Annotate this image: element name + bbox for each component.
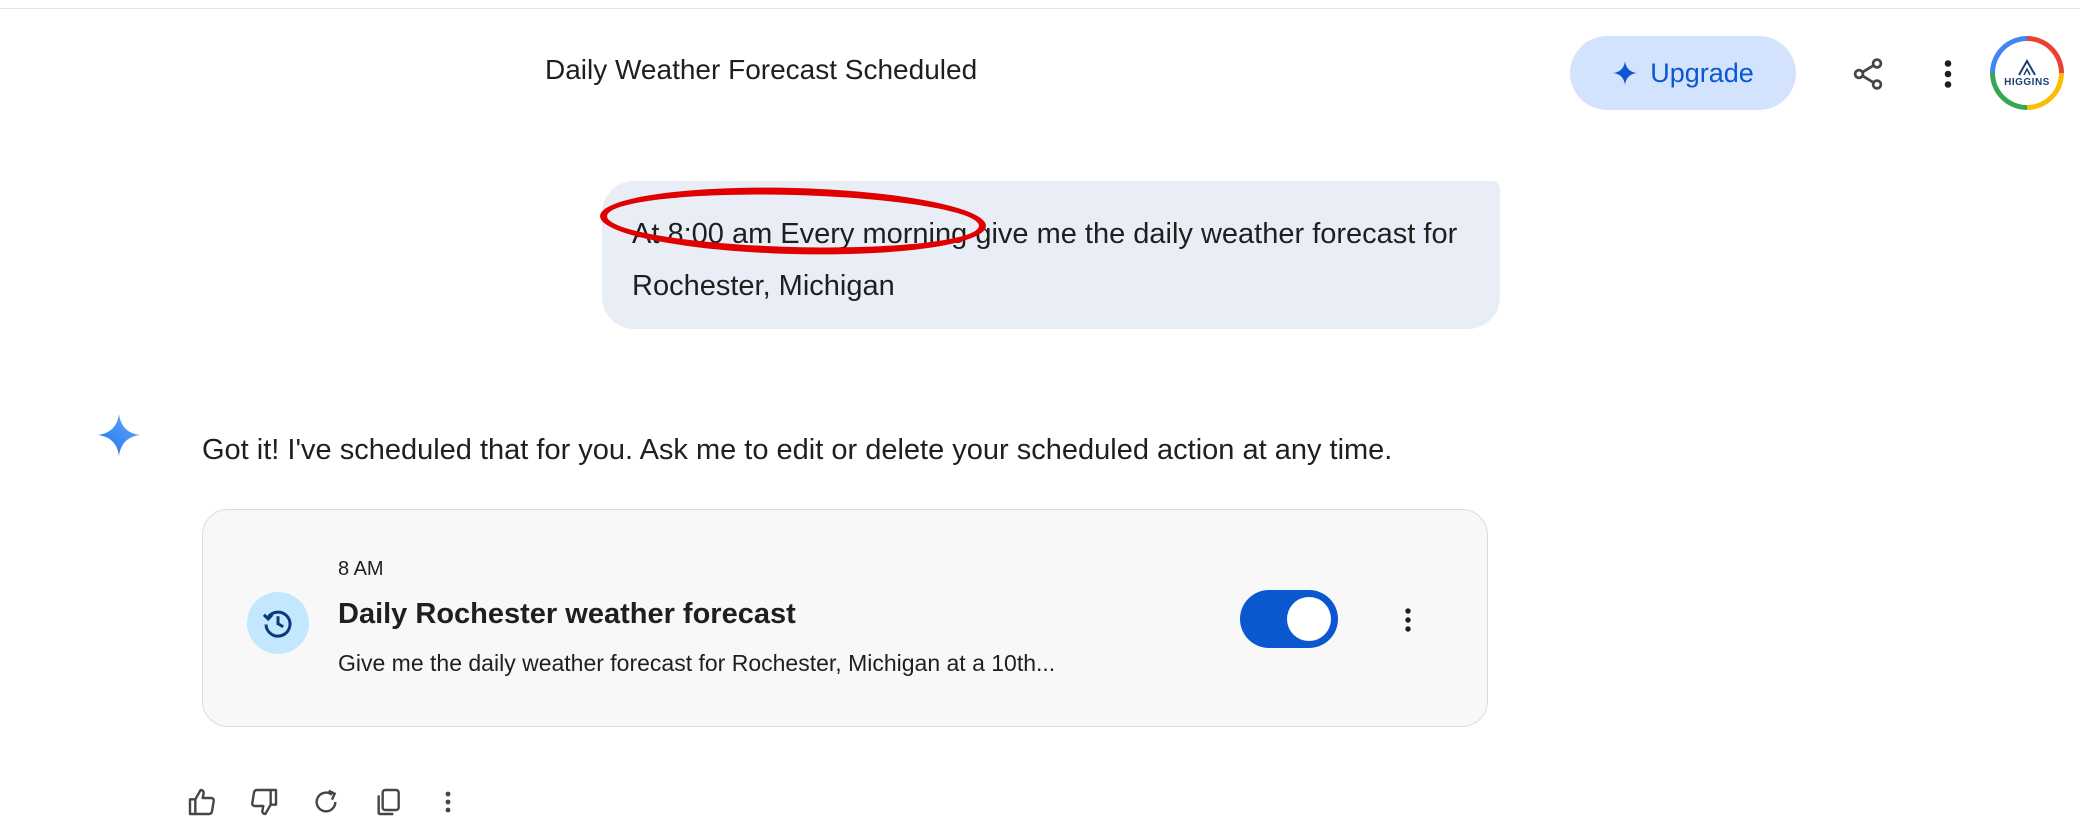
upgrade-label: Upgrade (1650, 57, 1754, 88)
thumb-down-icon[interactable] (248, 786, 280, 818)
thumb-up-icon[interactable] (186, 786, 218, 818)
upgrade-button[interactable]: Upgrade (1570, 36, 1796, 110)
gemini-spark-icon (97, 413, 141, 457)
scheduled-action-title: Daily Rochester weather forecast (338, 598, 796, 630)
share-icon[interactable] (1850, 56, 1886, 92)
sparkle-icon (1613, 61, 1638, 85)
avatar-text: HIGGINS (2004, 77, 2050, 88)
schedule-icon-badge (247, 592, 309, 654)
avatar-logo: HIGGINS (1995, 41, 2059, 105)
more-vert-icon[interactable] (1930, 56, 1966, 92)
more-vert-icon[interactable] (1390, 600, 1426, 640)
scheduled-action-toggle[interactable] (1240, 590, 1338, 648)
assistant-response-text: Got it! I've scheduled that for you. Ask… (202, 434, 1393, 466)
mountain-logo-icon (2018, 58, 2036, 76)
account-avatar[interactable]: HIGGINS (1990, 36, 2064, 110)
copy-icon[interactable] (372, 786, 404, 818)
scheduled-action-description: Give me the daily weather forecast for R… (338, 650, 1056, 676)
redo-icon[interactable] (310, 786, 342, 818)
conversation-title: Daily Weather Forecast Scheduled (545, 54, 978, 85)
scheduled-action-time: 8 AM (338, 558, 384, 580)
top-divider (0, 0, 2080, 9)
more-vert-icon[interactable] (432, 786, 464, 818)
schedule-history-icon (262, 610, 292, 638)
toggle-knob (1287, 597, 1331, 641)
